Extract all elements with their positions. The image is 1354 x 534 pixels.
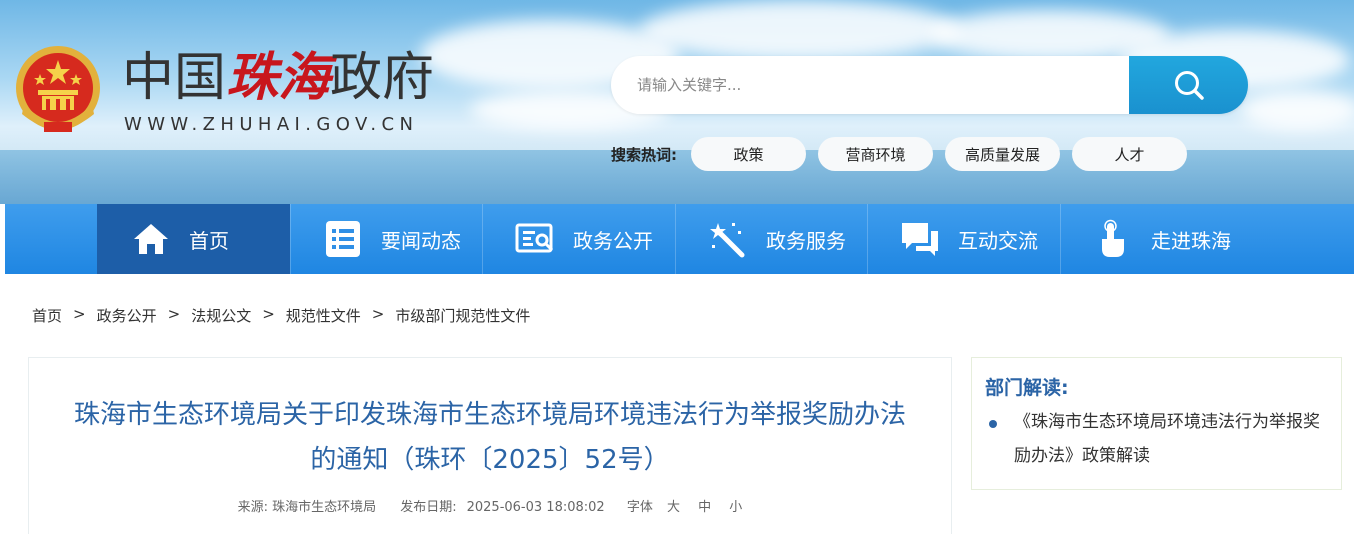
font-size-large-button[interactable]: 大 (667, 496, 680, 515)
interpretation-link[interactable]: 《珠海市生态环境局环境违法行为举报奖励办法》政策解读 (988, 405, 1328, 473)
breadcrumb-normative-docs[interactable]: 规范性文件 (286, 305, 361, 326)
font-size-label: 字体 (626, 500, 653, 515)
nav-item-news[interactable]: 要闻动态 (290, 204, 482, 274)
document-search-icon (515, 219, 555, 259)
hot-term-talent[interactable]: 人才 (1072, 137, 1187, 171)
breadcrumb-separator: > (262, 305, 275, 323)
hot-term-business-env[interactable]: 营商环境 (818, 137, 933, 171)
article-title: 珠海市生态环境局关于印发珠海市生态环境局环境违法行为举报奖励办法 的通知（珠环〔… (73, 400, 906, 475)
breadcrumb-regulations[interactable]: 法规公文 (191, 305, 251, 326)
chat-bubbles-icon (900, 219, 940, 259)
source-label: 来源: (237, 500, 269, 515)
search-icon (1174, 71, 1204, 100)
nav-item-gov-services[interactable]: 政务服务 (675, 204, 867, 274)
hot-term-policy[interactable]: 政策 (691, 137, 806, 171)
article-panel: 珠海市生态环境局关于印发珠海市生态环境局环境违法行为举报奖励办法 的通知（珠环〔… (28, 357, 952, 534)
breadcrumb-separator: > (167, 305, 181, 323)
site-header: 中国珠海政府 WWW.ZHUHAI.GOV.CN 搜索热词: 政策 营商环境 高… (0, 0, 1354, 204)
breadcrumb-gov-affairs-open[interactable]: 政务公开 (97, 305, 157, 326)
nav-item-interaction[interactable]: 互动交流 (867, 204, 1060, 274)
news-list-icon (323, 219, 363, 259)
breadcrumb: 首页 > 政务公开 > 法规公文 > 规范性文件 > 市级部门规范性文件 (32, 305, 530, 326)
site-url: WWW.ZHUHAI.GOV.CN (124, 114, 419, 135)
dept-interpretation-panel: 部门解读: 《珠海市生态环境局环境违法行为举报奖励办法》政策解读 (971, 357, 1342, 490)
home-icon (131, 219, 171, 259)
breadcrumb-city-dept-docs[interactable]: 市级部门规范性文件 (395, 305, 530, 326)
article-source: 珠海市生态环境局 (272, 500, 377, 515)
search-button[interactable] (1129, 56, 1248, 114)
article-date: 2025-06-03 18:08:02 (466, 500, 605, 515)
font-size-medium-button[interactable]: 中 (698, 496, 711, 515)
breadcrumb-home[interactable]: 首页 (32, 305, 62, 326)
national-emblem-icon (16, 46, 100, 132)
site-logo-title[interactable]: 中国珠海政府 (122, 48, 434, 109)
date-label: 发布日期: (400, 500, 457, 515)
search-bar (611, 56, 1248, 114)
dept-interpretation-title: 部门解读: (985, 377, 1069, 399)
nav-item-home[interactable]: 首页 (97, 204, 290, 274)
breadcrumb-separator: > (371, 305, 385, 323)
nav-item-gov-affairs-open[interactable]: 政务公开 (482, 204, 675, 274)
font-size-small-button[interactable]: 小 (729, 496, 742, 515)
article-meta: 来源: 珠海市生态环境局 发布日期: 2025-06-03 18:08:02 字体 … (29, 496, 951, 515)
hand-pointer-icon (1093, 219, 1133, 259)
nav-item-about-zhuhai[interactable]: 走进珠海 (1060, 204, 1354, 274)
magic-wand-icon (708, 219, 748, 259)
hot-term-development[interactable]: 高质量发展 (945, 137, 1060, 171)
breadcrumb-separator: > (73, 305, 86, 323)
hot-search-label: 搜索热词: (611, 146, 677, 164)
search-input[interactable] (611, 56, 1129, 114)
